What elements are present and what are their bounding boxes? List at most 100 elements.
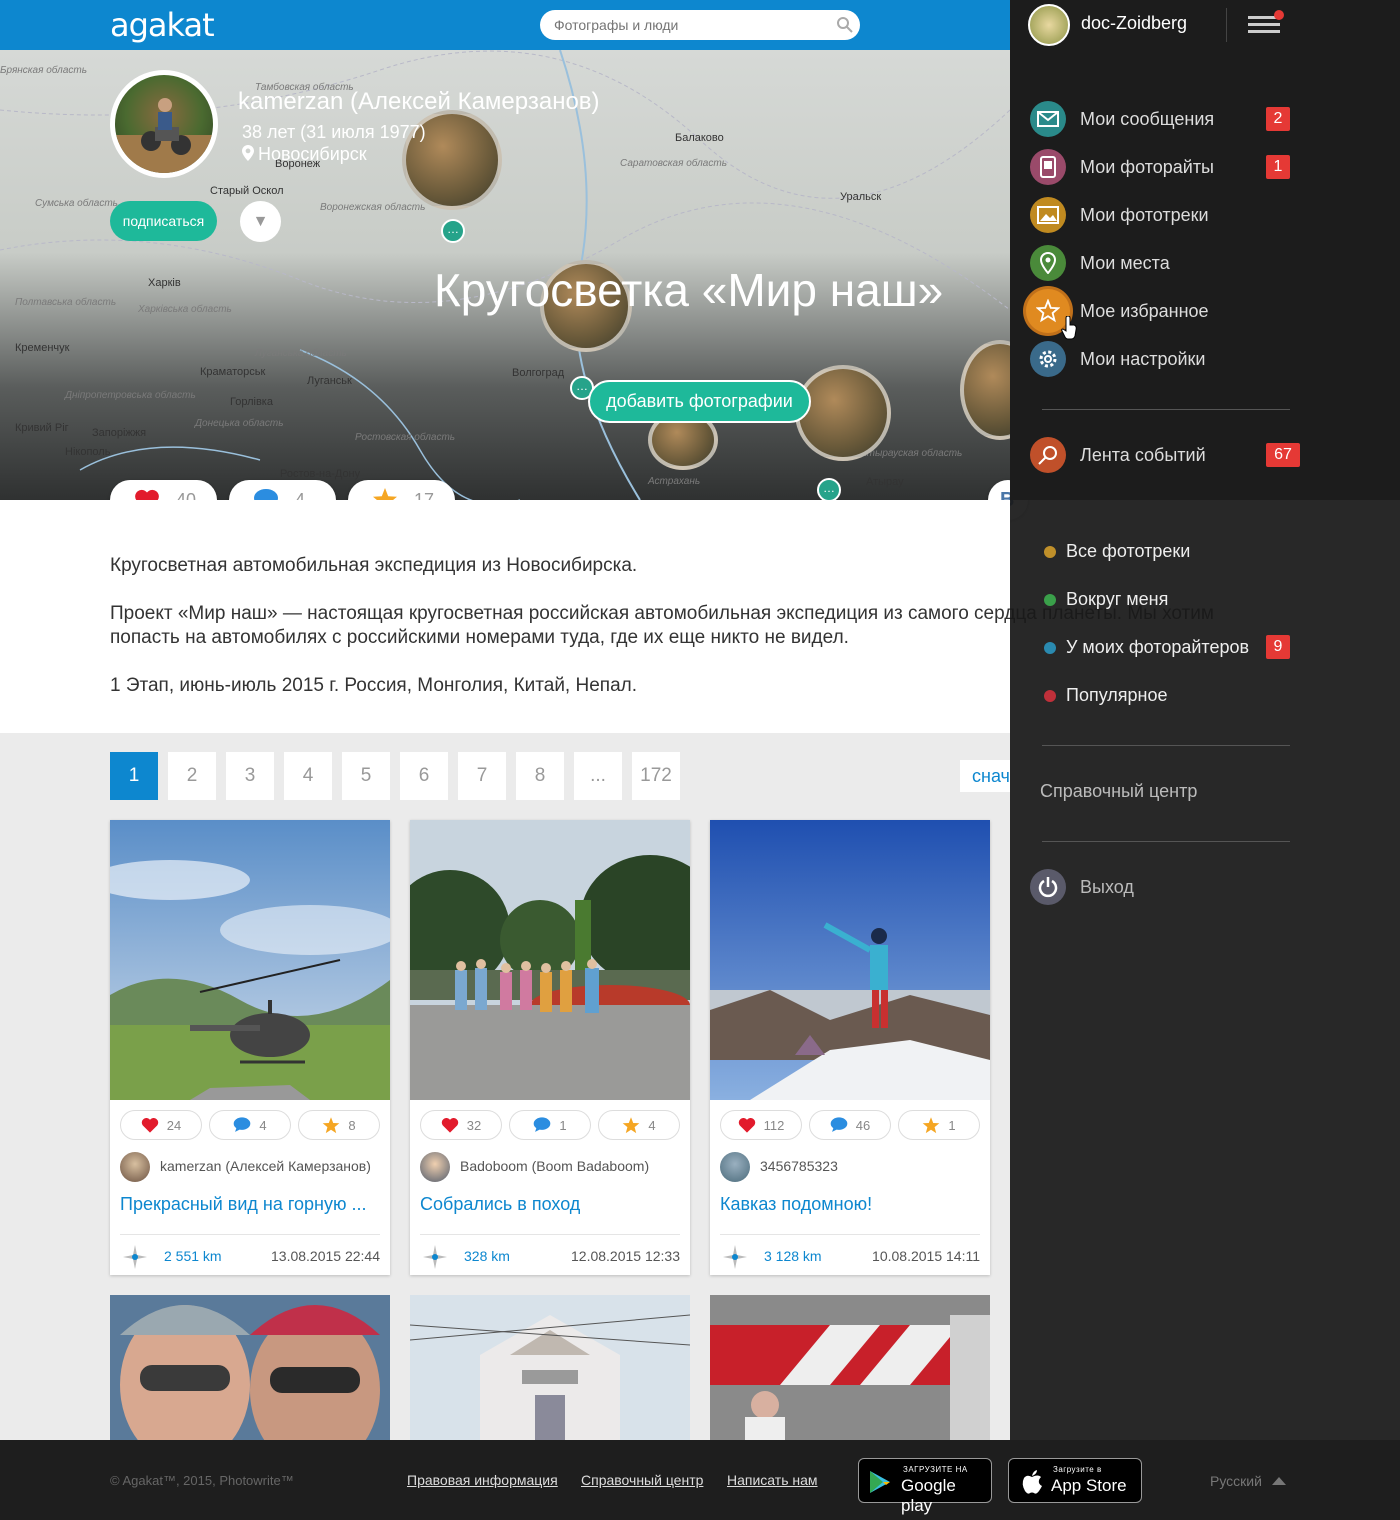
- page-button[interactable]: 7: [458, 752, 506, 800]
- menu-item-messages[interactable]: Мои сообщения: [1030, 99, 1214, 139]
- map-city: Краматорськ: [200, 366, 266, 378]
- menu-item-settings[interactable]: Мои настройки: [1030, 339, 1205, 379]
- menu-item-favorites[interactable]: Мое избранное: [1026, 289, 1209, 333]
- menu-item-event-feed[interactable]: Лента событий: [1030, 435, 1206, 475]
- photo-card[interactable]: 112 46 1 3456785323 Кавказ подомною! 3 1…: [710, 820, 990, 1275]
- feed-icon: [1030, 437, 1066, 473]
- filter-all-tracks[interactable]: Все фототреки: [1044, 541, 1190, 562]
- card-comments[interactable]: 4: [209, 1110, 291, 1140]
- card-comments[interactable]: 46: [809, 1110, 891, 1140]
- language-selector[interactable]: Русский: [1210, 1473, 1286, 1489]
- page-button[interactable]: 172: [632, 752, 680, 800]
- photo-card[interactable]: [110, 1295, 390, 1440]
- location-pin-icon: [242, 145, 254, 161]
- logout-label: Выход: [1080, 876, 1134, 897]
- map-photo-marker[interactable]: [795, 365, 891, 461]
- contact-us-link[interactable]: Написать нам: [727, 1472, 818, 1488]
- author-avatar[interactable]: [120, 1152, 150, 1182]
- menu-item-places[interactable]: Мои места: [1030, 243, 1170, 283]
- author-avatar[interactable]: [720, 1152, 750, 1182]
- heart-icon: [441, 1118, 458, 1133]
- card-author[interactable]: kamerzan (Алексей Камерзанов): [160, 1158, 371, 1174]
- page-button[interactable]: 1: [110, 752, 158, 800]
- logo[interactable]: agakat: [110, 6, 215, 44]
- dot-icon: [1044, 545, 1056, 558]
- logout-button[interactable]: Выход: [1030, 867, 1134, 907]
- profile-avatar[interactable]: [110, 70, 218, 178]
- phone-photo-icon: [1030, 149, 1066, 185]
- card-photo[interactable]: [710, 820, 990, 1100]
- card-title[interactable]: Кавказ подомною!: [720, 1194, 982, 1215]
- app-store-button[interactable]: Загрузите в App Store: [1008, 1458, 1142, 1503]
- search-input[interactable]: [540, 10, 860, 40]
- add-photos-button[interactable]: добавить фотографии: [588, 380, 811, 423]
- menu-item-photowrites[interactable]: Мои фоторайты: [1030, 147, 1214, 187]
- filter-my-photowriters[interactable]: У моих фоторайтеров: [1044, 637, 1249, 658]
- author-avatar[interactable]: [420, 1152, 450, 1182]
- map-cluster-marker[interactable]: …: [441, 219, 465, 243]
- train-photo: [710, 1295, 990, 1440]
- comment-icon: [830, 1117, 848, 1132]
- help-center-link[interactable]: Справочный центр: [1040, 781, 1197, 802]
- divider: [1226, 8, 1227, 42]
- card-date: 10.08.2015 14:11: [872, 1248, 980, 1264]
- card-likes[interactable]: 24: [120, 1110, 202, 1140]
- hamburger-menu-icon[interactable]: [1246, 8, 1286, 40]
- map-label: Дніпропетровська область: [65, 390, 196, 401]
- page-button[interactable]: 6: [400, 752, 448, 800]
- map-label: Ростовская область: [355, 432, 456, 443]
- menu-username[interactable]: doc-Zoidberg: [1081, 13, 1187, 34]
- card-photo[interactable]: [110, 820, 390, 1100]
- map-cluster-marker[interactable]: …: [817, 478, 841, 500]
- filter-around-me[interactable]: Вокруг меня: [1044, 589, 1168, 610]
- page-button[interactable]: 8: [516, 752, 564, 800]
- card-favorites[interactable]: 8: [298, 1110, 380, 1140]
- card-title[interactable]: Собрались в поход: [420, 1194, 682, 1215]
- menu-item-label: Мои фототреки: [1080, 204, 1209, 225]
- map-city: Уральск: [840, 191, 882, 203]
- filter-popular[interactable]: Популярное: [1044, 685, 1168, 706]
- search-icon[interactable]: [836, 16, 854, 34]
- card-comments[interactable]: 1: [509, 1110, 591, 1140]
- card-likes-count: 24: [166, 1117, 182, 1133]
- legal-info-link[interactable]: Правовая информация: [407, 1472, 558, 1488]
- compass-icon: [423, 1245, 447, 1269]
- card-title[interactable]: Прекрасный вид на горную ...: [120, 1194, 382, 1215]
- star-icon: [923, 1116, 940, 1133]
- compass-icon: [723, 1245, 747, 1269]
- card-likes[interactable]: 112: [720, 1110, 802, 1140]
- card-author[interactable]: Badoboom (Boom Badaboom): [460, 1158, 649, 1174]
- map-label: Полтавська область: [15, 297, 117, 308]
- card-author[interactable]: 3456785323: [760, 1158, 838, 1174]
- user-avatar[interactable]: [1028, 4, 1070, 46]
- subscribe-button[interactable]: подписаться: [110, 201, 217, 241]
- map-label: Саратовская область: [620, 158, 727, 169]
- divider: [1042, 745, 1290, 746]
- page-button[interactable]: 5: [342, 752, 390, 800]
- map-pin-icon: [1030, 245, 1066, 281]
- photo-card[interactable]: 32 1 4 Badoboom (Boom Badaboom) Собралис…: [410, 820, 690, 1275]
- card-favorites[interactable]: 1: [898, 1110, 980, 1140]
- map-city: Старый Оскол: [210, 185, 284, 197]
- menu-item-phototracks[interactable]: Мои фототреки: [1030, 195, 1209, 235]
- page-button[interactable]: 3: [226, 752, 274, 800]
- sort-newest-button[interactable]: сначала новые: [960, 760, 1010, 792]
- card-comments-count: 4: [259, 1117, 267, 1133]
- card-favorites[interactable]: 4: [598, 1110, 680, 1140]
- page-button[interactable]: 2: [168, 752, 216, 800]
- chevron-down-icon[interactable]: ▼: [240, 201, 281, 242]
- photo-card[interactable]: [410, 1295, 690, 1440]
- help-center-footer-link[interactable]: Справочный центр: [581, 1472, 703, 1488]
- gear-icon: [1030, 341, 1066, 377]
- star-icon: [623, 1116, 640, 1133]
- page-button[interactable]: 4: [284, 752, 332, 800]
- photo-card[interactable]: 24 4 8 kamerzan (Алексей Камерзанов) Пре…: [110, 820, 390, 1275]
- map-label: Харківська область: [138, 304, 232, 315]
- description-line: Кругосветная автомобильная экспедиция из…: [110, 555, 638, 576]
- card-photo[interactable]: [410, 820, 690, 1100]
- google-play-button[interactable]: ЗАГРУЗИТЕ НА Google play: [858, 1458, 992, 1515]
- card-likes[interactable]: 32: [420, 1110, 502, 1140]
- photo-card[interactable]: [710, 1295, 990, 1440]
- filter-label: У моих фоторайтеров: [1066, 637, 1250, 657]
- profile-name[interactable]: kamerzan (Алексей Камерзанов): [238, 88, 600, 116]
